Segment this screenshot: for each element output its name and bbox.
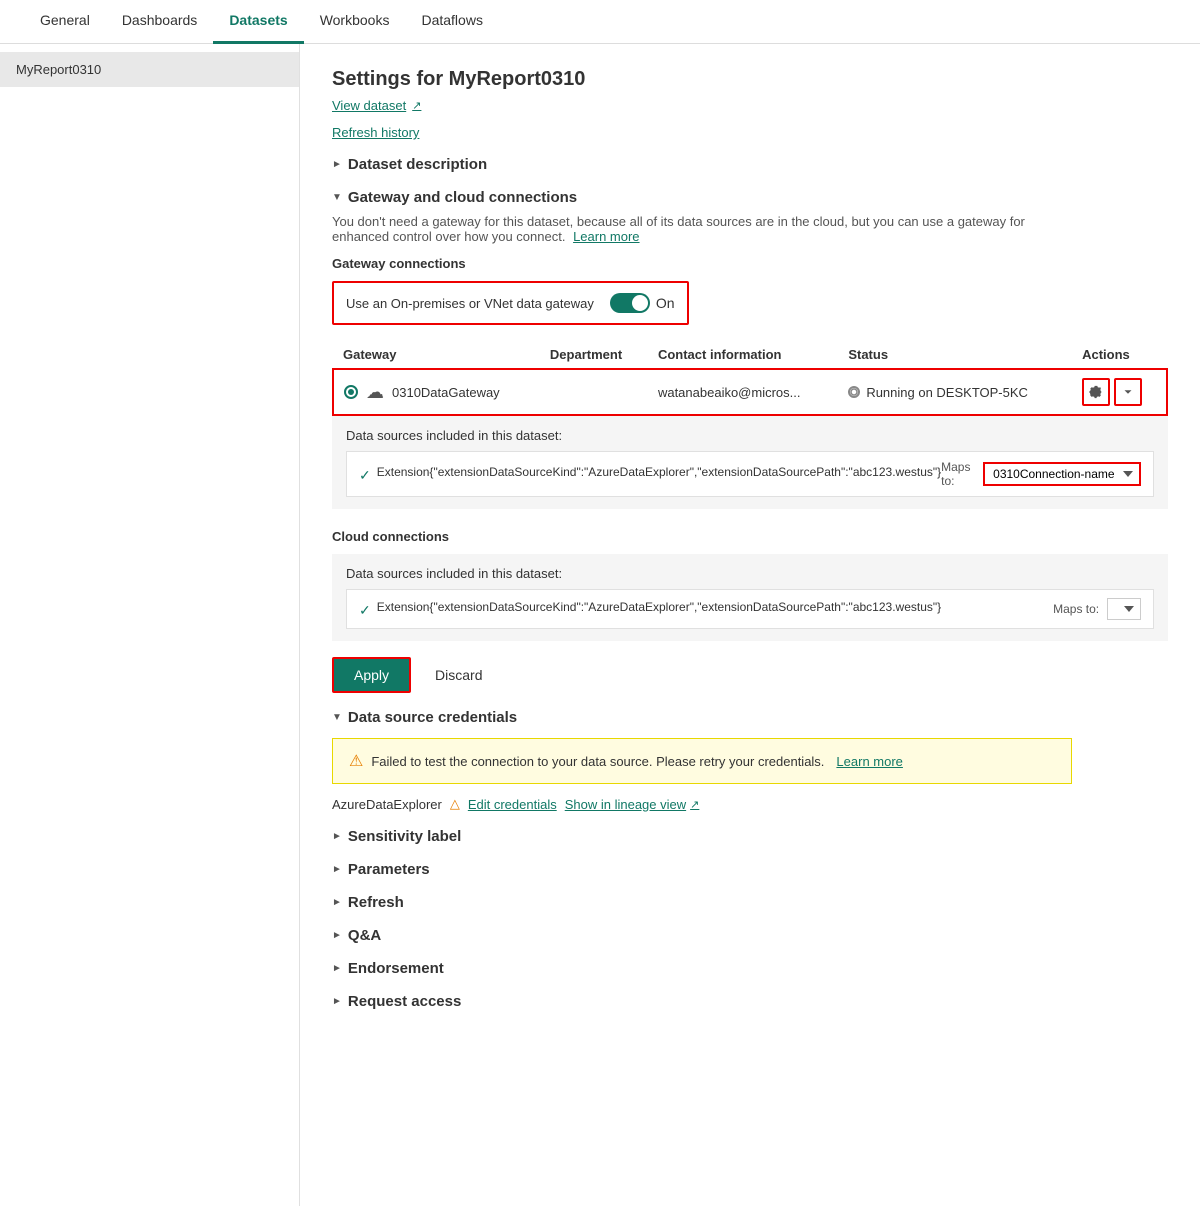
nav-dashboards[interactable]: Dashboards <box>106 0 214 44</box>
check-icon: ✓ <box>359 467 371 484</box>
edit-credentials-link[interactable]: Edit credentials <box>468 797 557 812</box>
collapse-triangle: ► <box>332 159 342 170</box>
qa-section: ► Q&A <box>332 927 1168 944</box>
show-lineage-link[interactable]: Show in lineage view ↗ <box>565 797 700 812</box>
action-buttons-row: Apply Discard <box>332 657 1168 693</box>
warning-circle-icon: ⚠ <box>349 751 363 771</box>
cloud-maps-to-label: Maps to: <box>1053 602 1099 616</box>
cloud-maps-to-select[interactable] <box>1107 598 1141 620</box>
gateway-department-cell <box>540 369 648 415</box>
toggle-state-label: On <box>656 295 675 311</box>
dataset-description-header[interactable]: ► Dataset description <box>332 156 1168 173</box>
nav-datasets[interactable]: Datasets <box>213 0 303 44</box>
credentials-section-header[interactable]: ▼ Data source credentials <box>332 709 1168 726</box>
gateway-connections-label: Gateway connections <box>332 256 1168 271</box>
qa-header[interactable]: ► Q&A <box>332 927 1168 944</box>
gateway-section: ▼ Gateway and cloud connections You don'… <box>332 189 1168 641</box>
sensitivity-triangle: ► <box>332 831 342 842</box>
parameters-section: ► Parameters <box>332 861 1168 878</box>
col-contact: Contact information <box>648 341 838 369</box>
qa-triangle: ► <box>332 930 342 941</box>
nav-workbooks[interactable]: Workbooks <box>304 0 406 44</box>
refresh-section: ► Refresh <box>332 894 1168 911</box>
gateway-learn-more-link[interactable]: Learn more <box>573 229 639 244</box>
warning-text: Failed to test the connection to your da… <box>371 754 824 769</box>
cloud-connections-label: Cloud connections <box>332 529 1168 544</box>
gateway-description: You don't need a gateway for this datase… <box>332 214 1072 244</box>
main-content: Settings for MyReport0310 View dataset ↗… <box>300 44 1200 1206</box>
datasource-name: AzureDataExplorer <box>332 797 442 812</box>
credentials-learn-more-link[interactable]: Learn more <box>836 754 902 769</box>
sidebar: MyReport0310 <box>0 44 300 1206</box>
dataset-description-section: ► Dataset description <box>332 156 1168 173</box>
gateway-toggle-switch[interactable] <box>610 293 650 313</box>
endorsement-section: ► Endorsement <box>332 960 1168 977</box>
view-dataset-link[interactable]: View dataset ↗ <box>332 98 421 113</box>
gateway-status-cell: Running on DESKTOP-5KC <box>838 369 1072 415</box>
request-access-section: ► Request access <box>332 993 1168 1010</box>
status-text: Running on DESKTOP-5KC <box>866 385 1028 400</box>
page-layout: MyReport0310 Settings for MyReport0310 V… <box>0 44 1200 1206</box>
gateway-table-row: ☁ 0310DataGateway watanabeaiko@micros... <box>333 369 1167 415</box>
col-status: Status <box>838 341 1072 369</box>
gateway-toggle-row: Use an On-premises or VNet data gateway … <box>332 281 689 325</box>
gateway-data-sources-label: Data sources included in this dataset: <box>346 428 1154 443</box>
refresh-history-link[interactable]: Refresh history <box>332 125 1168 140</box>
cloud-data-sources-box: Data sources included in this dataset: ✓… <box>332 554 1168 641</box>
nav-dataflows[interactable]: Dataflows <box>405 0 498 44</box>
col-department: Department <box>540 341 648 369</box>
extra-sections: ► Sensitivity label ► Parameters ► Refre… <box>332 828 1168 1010</box>
endorsement-triangle: ► <box>332 963 342 974</box>
cloud-datasource-text: Extension{"extensionDataSourceKind":"Azu… <box>377 600 941 614</box>
toggle-description: Use an On-premises or VNet data gateway <box>346 296 594 311</box>
parameters-header[interactable]: ► Parameters <box>332 861 1168 878</box>
col-gateway: Gateway <box>333 341 540 369</box>
status-indicator <box>848 386 860 398</box>
sensitivity-label-section: ► Sensitivity label <box>332 828 1168 845</box>
gateway-maps-to-select[interactable]: 0310Connection-name <box>983 462 1141 486</box>
sidebar-item-myreport[interactable]: MyReport0310 <box>0 52 299 87</box>
gateway-contact-cell: watanabeaiko@micros... <box>648 369 838 415</box>
cloud-datasource-row: ✓ Extension{"extensionDataSourceKind":"A… <box>346 589 1154 629</box>
gateway-datasource-row: ✓ Extension{"extensionDataSourceKind":"A… <box>346 451 1154 497</box>
gateway-settings-button[interactable] <box>1082 378 1110 406</box>
collapse-triangle-gateway: ▼ <box>332 192 342 203</box>
cloud-check-icon: ✓ <box>359 602 371 619</box>
external-link-icon: ↗ <box>412 99 421 112</box>
credentials-info-row: AzureDataExplorer △ Edit credentials Sho… <box>332 796 1168 812</box>
cloud-data-sources-label: Data sources included in this dataset: <box>346 566 1154 581</box>
gateway-name-cell: ☁ 0310DataGateway <box>333 369 540 415</box>
request-access-header[interactable]: ► Request access <box>332 993 1168 1010</box>
endorsement-header[interactable]: ► Endorsement <box>332 960 1168 977</box>
col-actions: Actions <box>1072 341 1167 369</box>
nav-general[interactable]: General <box>24 0 106 44</box>
gateway-actions-cell <box>1072 369 1167 415</box>
gateway-table: Gateway Department Contact information S… <box>332 341 1168 416</box>
lineage-external-icon: ↗ <box>690 798 699 811</box>
refresh-header[interactable]: ► Refresh <box>332 894 1168 911</box>
top-navigation: General Dashboards Datasets Workbooks Da… <box>0 0 1200 44</box>
credentials-warning-box: ⚠ Failed to test the connection to your … <box>332 738 1072 784</box>
data-source-credentials-section: ▼ Data source credentials ⚠ Failed to te… <box>332 709 1168 812</box>
cloud-gateway-icon: ☁ <box>366 382 384 403</box>
gateway-radio-button[interactable] <box>344 385 358 399</box>
gateway-section-header[interactable]: ▼ Gateway and cloud connections <box>332 189 1168 206</box>
sensitivity-header[interactable]: ► Sensitivity label <box>332 828 1168 845</box>
gateway-expand-button[interactable] <box>1114 378 1142 406</box>
collapse-triangle-credentials: ▼ <box>332 712 342 723</box>
apply-button[interactable]: Apply <box>332 657 411 693</box>
discard-button[interactable]: Discard <box>419 659 498 691</box>
parameters-triangle: ► <box>332 864 342 875</box>
refresh-triangle: ► <box>332 897 342 908</box>
page-title: Settings for MyReport0310 <box>332 68 1168 91</box>
gateway-data-sources-box: Data sources included in this dataset: ✓… <box>332 416 1168 509</box>
gateway-datasource-text: Extension{"extensionDataSourceKind":"Azu… <box>377 465 941 479</box>
maps-to-label: Maps to: <box>941 460 975 488</box>
request-access-triangle: ► <box>332 996 342 1007</box>
gateway-name: 0310DataGateway <box>392 385 500 400</box>
warn-triangle-icon: △ <box>450 796 460 812</box>
